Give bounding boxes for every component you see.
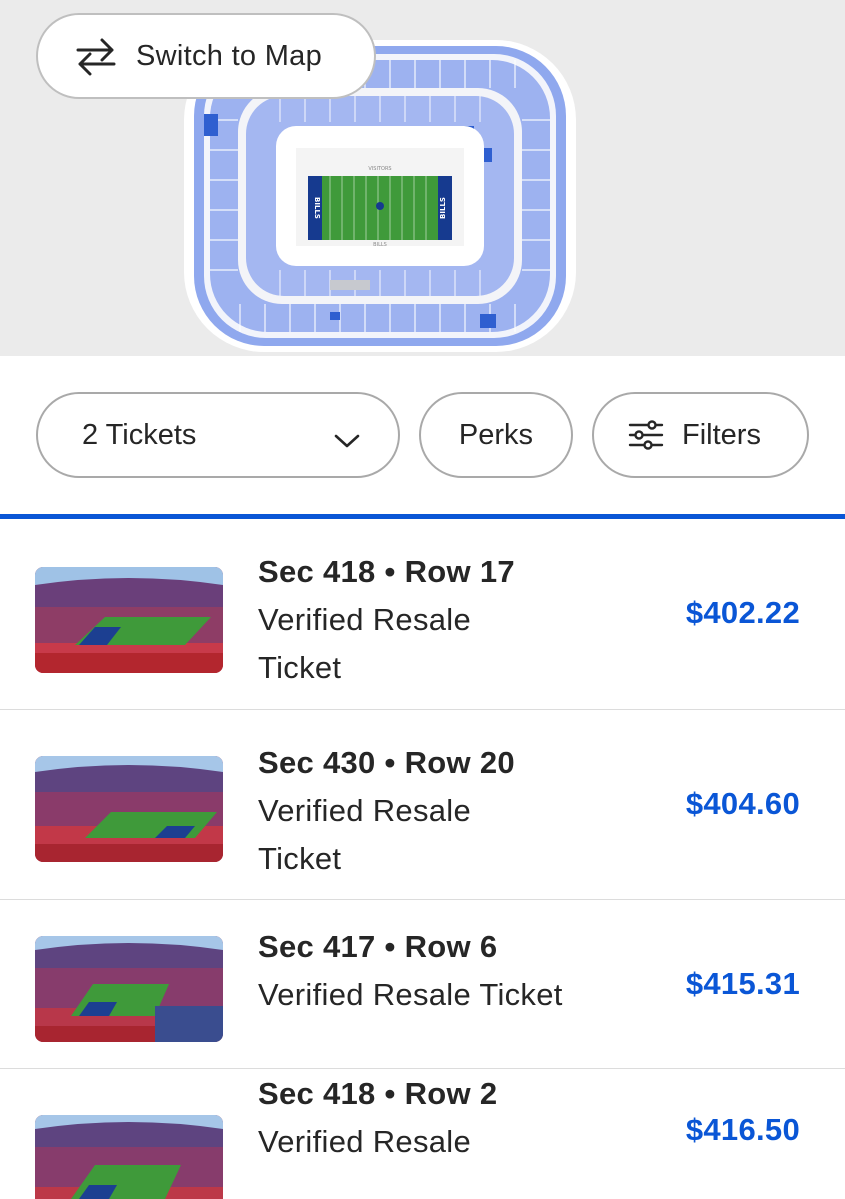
ticket-quantity-label: 2 Tickets [82, 418, 197, 451]
listing-info: Sec 417 • Row 6 Verified Resale Ticket [258, 923, 563, 1019]
perks-label: Perks [458, 418, 534, 451]
section-row-label: Sec 430 • Row 20 [258, 745, 515, 780]
swap-arrows-icon [74, 36, 118, 76]
listing-info: Sec 418 • Row 17 Verified Resale Ticket [258, 548, 515, 692]
ticket-listing[interactable]: Sec 430 • Row 20 Verified Resale Ticket … [0, 710, 845, 900]
seat-view-thumbnail [35, 756, 223, 862]
seat-view-thumbnail [35, 1115, 223, 1199]
section-row-label: Sec 417 • Row 6 [258, 929, 498, 964]
ticket-type-label: Verified Resale [258, 793, 472, 828]
ticket-listing[interactable]: Sec 418 • Row 2 Verified Resale $416.50 [0, 1069, 845, 1199]
ticket-type-label: Verified Resale [258, 1124, 472, 1159]
listing-info: Sec 418 • Row 2 Verified Resale [258, 1070, 497, 1166]
ticket-price: $402.22 [685, 595, 800, 630]
switch-to-map-label: Switch to Map [136, 39, 323, 72]
ticket-price: $415.31 [685, 966, 800, 1001]
listing-info: Sec 430 • Row 20 Verified Resale Ticket [258, 739, 515, 883]
endzone-left-label: BILLS [313, 197, 321, 219]
section-row-label: Sec 418 • Row 17 [258, 554, 515, 589]
section-row-label: Sec 418 • Row 2 [258, 1076, 498, 1111]
ticket-type-label: Verified Resale [258, 602, 472, 637]
perks-button[interactable]: Perks [419, 392, 573, 478]
ticket-listing[interactable]: Sec 418 • Row 17 Verified Resale Ticket … [0, 519, 845, 710]
ticket-price: $404.60 [685, 786, 800, 821]
ticket-listing[interactable]: Sec 417 • Row 6 Verified Resale Ticket $… [0, 900, 845, 1069]
ticket-price: $416.50 [685, 1112, 800, 1147]
ticket-type-label-cont: Ticket [258, 650, 342, 685]
sliders-icon [628, 420, 664, 450]
ticket-type-label: Verified Resale Ticket [258, 977, 563, 1012]
endzone-right-label: BILLS [439, 197, 447, 219]
filters-label: Filters [682, 418, 761, 451]
seat-map-preview[interactable]: BILLS BILLS VISITORS BILLS Switch to Map [0, 0, 845, 356]
filters-button[interactable]: Filters [592, 392, 809, 478]
seat-view-thumbnail [35, 567, 223, 673]
seat-view-thumbnail [35, 936, 223, 1042]
field-bottom-label: BILLS [373, 242, 387, 248]
field-top-label: VISITORS [368, 166, 391, 172]
chevron-down-icon [334, 424, 360, 457]
ticket-type-label-cont: Ticket [258, 841, 342, 876]
ticket-quantity-select[interactable]: 2 Tickets [36, 392, 400, 478]
ticket-list: Sec 418 • Row 17 Verified Resale Ticket … [0, 519, 845, 1199]
filter-bar: 2 Tickets Perks Filters [0, 356, 845, 516]
switch-to-map-button[interactable]: Switch to Map [36, 13, 376, 99]
